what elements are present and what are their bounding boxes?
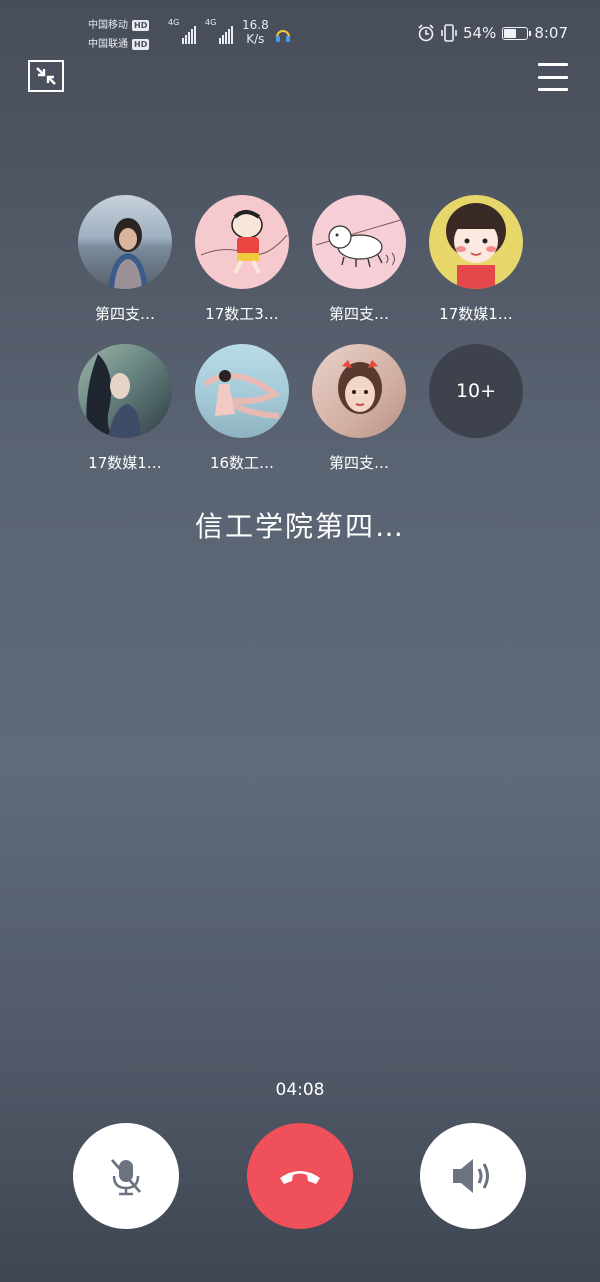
photo-woman-in-forest-avatar (78, 344, 172, 438)
photo-woman-by-lake-avatar (78, 195, 172, 289)
alarm-icon (418, 24, 434, 42)
participant-name: 第四支… (328, 305, 389, 323)
more-count: 10+ (455, 380, 497, 402)
hang-up-button[interactable] (247, 1123, 353, 1229)
battery-icon (502, 26, 532, 40)
cartoon-boy-running-avatar (195, 195, 289, 289)
net-speed-unit: K/s (246, 32, 265, 46)
cartoon-girl-portrait-avatar (429, 195, 523, 289)
participant[interactable]: 17数工3… (192, 195, 292, 324)
participant[interactable]: 17数媒1… (426, 195, 526, 324)
participant[interactable]: 第四支… (309, 195, 409, 324)
hd-badge: HD (132, 39, 150, 50)
participant[interactable]: 17数媒1… (75, 344, 175, 473)
carrier-1-label: 中国移动 (88, 20, 128, 31)
participant[interactable]: 第四支… (309, 344, 409, 473)
microphone-off-icon (110, 1159, 142, 1196)
group-name: 信工学院第四… (194, 510, 405, 543)
signal-strength-icon: 4G (205, 18, 234, 44)
phone-hangup-icon (280, 1171, 320, 1184)
participant-name: 第四支… (94, 305, 155, 323)
mute-button[interactable] (73, 1123, 179, 1229)
carrier-info: 中国移动 HD 中国联通 HD (88, 16, 150, 54)
carrier-2-label: 中国联通 (88, 39, 128, 50)
network-type-label: 4G (168, 18, 180, 27)
signal-strength-icon: 4G (168, 18, 197, 44)
vibrate-icon (441, 24, 457, 42)
network-type-label: 4G (205, 18, 217, 27)
participant-name: 17数工3… (205, 305, 279, 323)
call-duration: 04:08 (275, 1080, 325, 1100)
network-speed: 16.8 K/s (242, 18, 269, 46)
participant[interactable]: 16数工… (192, 344, 292, 473)
menu-button[interactable] (538, 63, 568, 91)
minimize-call-button[interactable] (28, 60, 64, 92)
photo-woman-with-bow-avatar (312, 344, 406, 438)
menu-icon (538, 63, 568, 66)
shrink-arrows-icon (36, 67, 56, 85)
more-participants-badge[interactable]: 10+ (429, 344, 523, 438)
participant-name: 第四支… (328, 454, 389, 472)
speaker-icon (453, 1159, 489, 1193)
clock: 8:07 (534, 24, 568, 42)
net-speed-value: 16.8 (242, 18, 269, 32)
participant[interactable]: 第四支… (75, 195, 175, 324)
system-status: 54% 8:07 (417, 24, 568, 42)
hd-badge: HD (132, 20, 150, 31)
battery-level-fill (504, 28, 516, 38)
headset-icon (276, 30, 290, 42)
participant-name: 17数媒1… (88, 454, 162, 472)
battery-percent: 54% (462, 24, 497, 42)
participant-name: 17数媒1… (439, 305, 513, 323)
photo-woman-with-ribbon-avatar (195, 344, 289, 438)
cartoon-white-dog-avatar (312, 195, 406, 289)
status-bar: 中国移动 HD 中国联通 HD 4G 4G 16.8 K/s 54% 8:07 (0, 0, 600, 60)
speaker-button[interactable] (420, 1123, 526, 1229)
participants-grid: 第四支… 17数工3… 第四支… 17数媒1… 17数媒1… 16数工… 第四支… (75, 195, 525, 473)
more-participants[interactable]: 10+ (426, 344, 526, 473)
participant-name: 16数工… (209, 454, 275, 472)
